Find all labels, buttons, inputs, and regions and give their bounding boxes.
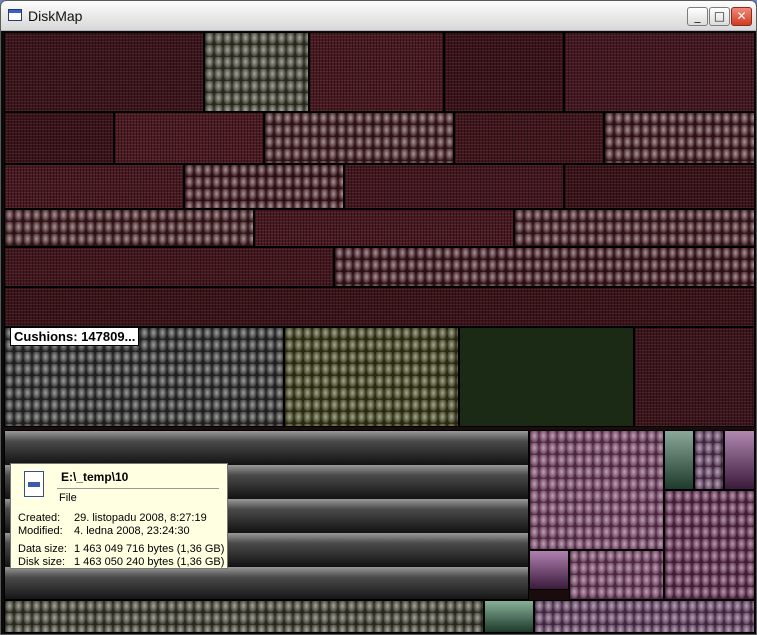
treemap-block[interactable] (514, 209, 755, 247)
tooltip-path: E:\_temp\10 (61, 470, 129, 484)
tooltip-type: File (59, 492, 77, 504)
treemap-block[interactable] (4, 600, 484, 633)
treemap-block[interactable] (254, 209, 514, 247)
treemap-block[interactable] (634, 327, 755, 427)
treemap-block[interactable] (694, 430, 724, 490)
treemap-block[interactable] (604, 112, 755, 164)
treemap-block[interactable] (529, 550, 569, 590)
treemap-block[interactable] (444, 32, 564, 112)
treemap-block[interactable] (4, 247, 334, 287)
minimize-button[interactable]: _ (687, 7, 708, 26)
treemap-block[interactable] (454, 112, 604, 164)
disk-size-label: Disk size: (18, 556, 66, 568)
treemap-block[interactable] (114, 112, 264, 164)
treemap-block[interactable] (664, 490, 755, 600)
treemap-block[interactable] (4, 32, 204, 112)
divider (57, 488, 219, 489)
treemap-block[interactable] (534, 600, 755, 633)
treemap-block[interactable] (664, 430, 694, 490)
treemap-block[interactable] (344, 164, 564, 209)
treemap-block[interactable] (564, 164, 755, 209)
treemap-block[interactable] (484, 600, 534, 633)
window-title: DiskMap (28, 8, 83, 24)
file-icon (24, 471, 44, 497)
app-window-icon (8, 9, 22, 21)
modified-label: Modified: (18, 525, 63, 537)
diskmap-window: DiskMap _ □ ✕ Cushions: 147809... E:\_te… (0, 0, 757, 635)
treemap-block[interactable] (4, 209, 254, 247)
title-bar[interactable]: DiskMap _ □ ✕ (1, 1, 756, 31)
treemap-block[interactable] (4, 112, 114, 164)
modified-value: 4. ledna 2008, 23:24:30 (74, 525, 190, 537)
treemap-block[interactable] (309, 32, 444, 112)
treemap-block[interactable] (724, 430, 755, 490)
close-button[interactable]: ✕ (731, 7, 752, 26)
cushions-label: Cushions: 147809... (10, 327, 140, 346)
treemap-block[interactable] (204, 32, 309, 112)
treemap-block[interactable] (459, 327, 634, 427)
data-size-value: 1 463 049 716 bytes (1,36 GB) (74, 543, 225, 555)
modified-row: Modified: 4. ledna 2008, 23:24:30 (18, 525, 190, 537)
treemap-block[interactable] (529, 430, 664, 550)
treemap-block[interactable] (564, 32, 755, 112)
treemap-block[interactable] (264, 112, 454, 164)
file-info-tooltip: E:\_temp\10 File Created: 29. listopadu 2… (10, 463, 228, 569)
maximize-button[interactable]: □ (709, 7, 730, 26)
data-size-row: Data size: 1 463 049 716 bytes (1,36 GB) (18, 543, 224, 555)
created-value: 29. listopadu 2008, 8:27:19 (74, 512, 207, 524)
disk-size-row: Disk size: 1 463 050 240 bytes (1,36 GB) (18, 556, 224, 568)
disk-size-value: 1 463 050 240 bytes (1,36 GB) (74, 556, 225, 568)
created-label: Created: (18, 512, 61, 524)
treemap-block[interactable] (184, 164, 344, 209)
treemap-block[interactable] (4, 164, 184, 209)
created-row: Created: 29. listopadu 2008, 8:27:19 (18, 512, 207, 524)
treemap-block[interactable] (284, 327, 459, 427)
data-size-label: Data size: (18, 543, 67, 555)
treemap-block[interactable] (4, 287, 755, 327)
treemap-block[interactable] (569, 550, 664, 600)
treemap-block[interactable] (334, 247, 755, 287)
